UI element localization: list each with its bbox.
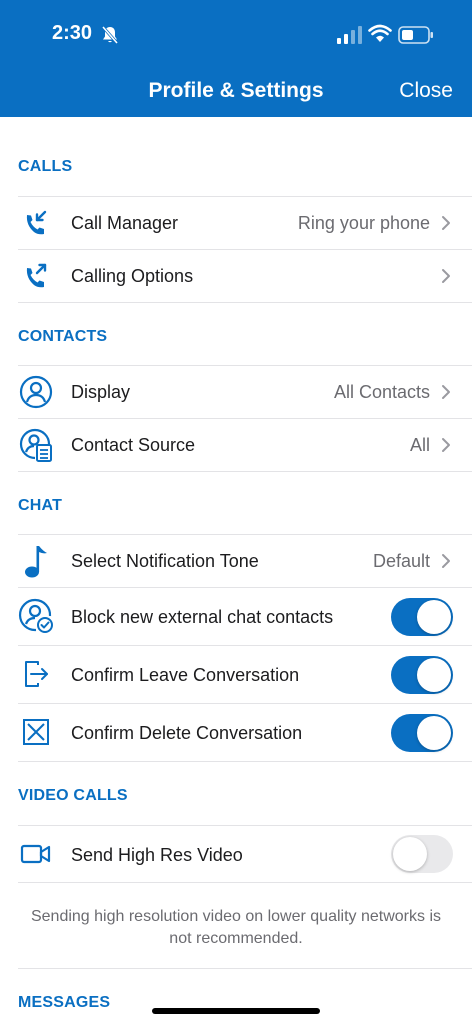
chevron-right-icon <box>442 216 450 230</box>
chevron-right-icon <box>442 438 450 452</box>
chevron-right-icon <box>442 554 450 568</box>
section-header-video-calls: VIDEO CALLS <box>18 787 128 804</box>
calling-options-label: Calling Options <box>71 266 194 286</box>
divider <box>18 471 472 472</box>
toggle-knob <box>417 658 451 692</box>
notification-tone-value: Default <box>372 551 430 571</box>
leave-icon <box>18 656 54 692</box>
block-external-label: Block new external chat contacts <box>71 607 334 627</box>
status-time: 2:30 <box>52 22 93 44</box>
call-manager-label: Call Manager <box>71 213 179 233</box>
wifi-icon <box>368 24 392 42</box>
notification-tone-label: Select Notification Tone <box>71 551 259 571</box>
section-header-contacts: CONTACTS <box>18 328 108 345</box>
section-header-messages: MESSAGES <box>18 994 111 1011</box>
high-res-video-toggle[interactable] <box>391 835 453 873</box>
delete-box-icon <box>18 714 54 750</box>
notification-tone-row[interactable]: Select Notification Tone Default <box>0 535 472 587</box>
confirm-delete-label: Confirm Delete Conversation <box>71 723 303 743</box>
block-external-row: Block new external chat contacts <box>0 588 472 645</box>
person-circle-icon <box>18 374 54 410</box>
divider <box>18 761 472 762</box>
high-res-video-row: Send High Res Video <box>0 826 472 882</box>
status-bar: 2:30 <box>0 0 472 60</box>
display-value: All Contacts <box>333 382 430 402</box>
divider <box>18 302 472 303</box>
outgoing-call-icon <box>18 258 54 294</box>
incoming-call-icon <box>18 205 54 241</box>
home-indicator <box>152 1008 320 1014</box>
video-footnote: Sending high resolution video on lower q… <box>30 908 441 947</box>
section-header-chat: CHAT <box>18 497 63 514</box>
divider <box>18 882 472 883</box>
toggle-knob <box>393 837 427 871</box>
block-external-toggle[interactable] <box>391 598 453 636</box>
section-header-calls: CALLS <box>18 158 73 175</box>
close-button[interactable]: Close <box>399 79 453 103</box>
confirm-leave-toggle[interactable] <box>391 656 453 694</box>
cellular-signal-icon <box>337 26 362 44</box>
contact-source-label: Contact Source <box>71 435 196 455</box>
battery-icon <box>398 26 433 44</box>
high-res-video-label: Send High Res Video <box>71 845 243 865</box>
call-manager-value: Ring your phone <box>297 213 430 233</box>
contact-source-row[interactable]: Contact Source All <box>0 419 472 471</box>
video-camera-icon <box>18 836 54 872</box>
app-header: 2:30 Profile & Settings Close <box>0 0 472 117</box>
confirm-delete-row: Confirm Delete Conversation <box>0 704 472 761</box>
confirm-leave-row: Confirm Leave Conversation <box>0 646 472 703</box>
person-check-icon <box>18 598 54 634</box>
music-note-icon <box>18 543 54 579</box>
toggle-knob <box>417 600 451 634</box>
contact-list-icon <box>18 427 54 463</box>
calling-options-row[interactable]: Calling Options <box>0 250 472 302</box>
display-label: Display <box>71 382 131 402</box>
chevron-right-icon <box>442 269 450 283</box>
toggle-knob <box>417 716 451 750</box>
contact-source-value: All <box>409 435 430 455</box>
call-manager-row[interactable]: Call Manager Ring your phone <box>0 197 472 249</box>
confirm-delete-toggle[interactable] <box>391 714 453 752</box>
bell-off-icon <box>101 26 119 44</box>
confirm-leave-label: Confirm Leave Conversation <box>71 665 300 685</box>
display-row[interactable]: Display All Contacts <box>0 366 472 418</box>
chevron-right-icon <box>442 385 450 399</box>
divider <box>18 968 472 969</box>
